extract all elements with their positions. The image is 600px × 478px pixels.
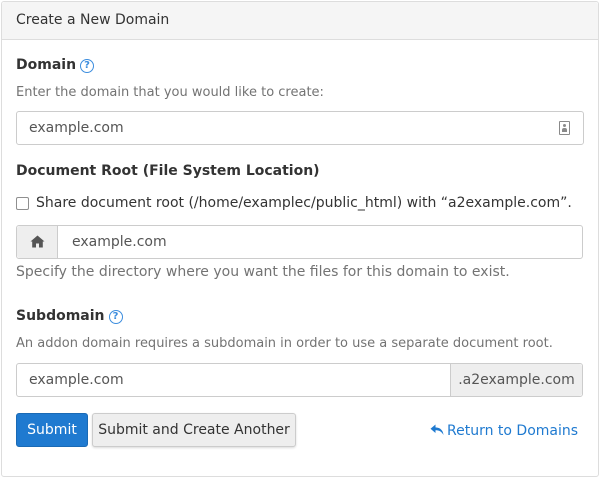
domain-input-group xyxy=(16,111,584,145)
docroot-label: Document Root (File System Location) xyxy=(16,163,320,179)
panel-title: Create a New Domain xyxy=(2,2,598,40)
subdomain-input-group: .a2example.com xyxy=(16,363,583,397)
subdomain-help-icon[interactable]: ? xyxy=(108,310,123,324)
subdomain-label-row: Subdomain? xyxy=(16,305,123,325)
reply-arrow-icon xyxy=(430,424,444,435)
return-to-domains-link[interactable]: Return to Domains xyxy=(430,420,578,441)
domain-input[interactable] xyxy=(17,112,583,144)
subdomain-suffix: .a2example.com xyxy=(450,364,582,396)
contact-card-icon xyxy=(559,121,570,135)
docroot-help-text: Specify the directory where you want the… xyxy=(16,264,510,280)
docroot-input[interactable] xyxy=(58,226,582,258)
subdomain-label: Subdomain xyxy=(16,308,105,324)
home-icon xyxy=(30,235,44,248)
submit-and-create-another-button[interactable]: Submit and Create Another xyxy=(92,413,296,447)
subdomain-input[interactable] xyxy=(17,364,450,396)
share-docroot-label[interactable]: Share document root (/home/examplec/publ… xyxy=(36,193,572,213)
domain-help-text: Enter the domain that you would like to … xyxy=(16,85,324,100)
docroot-addon xyxy=(17,226,58,258)
domain-label-row: Domain? xyxy=(16,54,95,74)
return-to-domains-label: Return to Domains xyxy=(447,423,579,439)
submit-button[interactable]: Submit xyxy=(16,413,88,447)
subdomain-help-text: An addon domain requires a subdomain in … xyxy=(16,336,553,351)
docroot-input-group xyxy=(16,225,583,259)
domain-help-icon[interactable]: ? xyxy=(80,59,95,73)
share-docroot-checkbox[interactable] xyxy=(16,197,29,210)
domain-label: Domain xyxy=(16,57,77,73)
